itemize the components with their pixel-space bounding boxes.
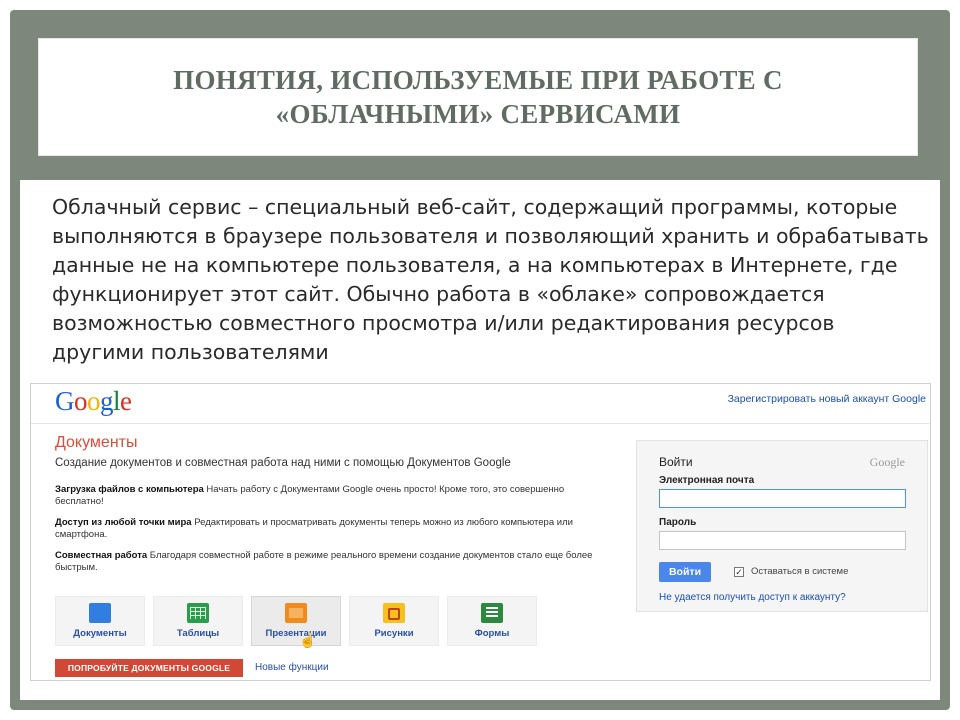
feature-title: Совместная работа <box>55 550 148 561</box>
app-label: Презентации <box>265 628 327 639</box>
password-field[interactable] <box>659 531 906 550</box>
feature-title: Доступ из любой точки мира <box>55 517 192 528</box>
logo-letter: e <box>120 386 132 416</box>
docs-subtitle: Создание документов и совместная работа … <box>55 457 511 469</box>
app-label: Формы <box>474 628 510 639</box>
slides-icon <box>285 603 307 623</box>
docs-title: Документы <box>55 434 138 451</box>
slide-title: ПОНЯТИЯ, ИСПОЛЬЗУЕМЫЕ ПРИ РАБОТЕ С «ОБЛА… <box>173 65 783 129</box>
password-label: Пароль <box>659 517 697 528</box>
app-forms[interactable]: Формы <box>447 596 537 646</box>
logo-letter: G <box>55 386 75 416</box>
feature-collaboration: Совместная работа Благодаря совместной р… <box>55 550 595 574</box>
drawings-icon <box>383 603 405 623</box>
logo-letter: o <box>74 386 88 416</box>
app-label: Документы <box>73 628 127 639</box>
app-docs[interactable]: Документы <box>55 596 145 646</box>
sheets-icon <box>187 603 209 623</box>
feature-title: Загрузка файлов с компьютера <box>55 484 204 495</box>
logo-letter: l <box>113 386 121 416</box>
apps-row: Документы Таблицы Презентации Рисунки Фо… <box>55 596 537 646</box>
app-label: Рисунки <box>374 628 414 639</box>
google-logo[interactable]: Google <box>55 386 132 417</box>
feature-access: Доступ из любой точки мира Редактировать… <box>55 517 595 541</box>
new-features-link[interactable]: Новые функции <box>255 662 329 673</box>
app-sheets[interactable]: Таблицы <box>153 596 243 646</box>
feature-upload: Загрузка файлов с компьютера Начать рабо… <box>55 484 595 508</box>
app-label: Таблицы <box>176 628 220 639</box>
email-field[interactable] <box>659 489 906 508</box>
logo-letter: g <box>100 386 114 416</box>
google-docs-screenshot: Google Зарегистрировать новый аккаунт Go… <box>30 383 931 681</box>
docs-icon <box>89 603 111 623</box>
login-panel: Войти Google Электронная почта Пароль Во… <box>636 440 928 612</box>
remember-label: Оставаться в системе <box>751 566 849 577</box>
title-box: ПОНЯТИЯ, ИСПОЛЬЗУЕМЫЕ ПРИ РАБОТЕ С «ОБЛА… <box>38 38 918 156</box>
cant-access-link[interactable]: Не удается получить доступ к аккаунту? <box>659 592 846 603</box>
register-account-link[interactable]: Зарегистрировать новый аккаунт Google <box>728 393 926 405</box>
docs-intro: Документы Создание документов и совместн… <box>55 434 595 583</box>
email-label: Электронная почта <box>659 475 755 486</box>
remember-checkbox[interactable]: ✓ <box>734 567 744 577</box>
app-drawings[interactable]: Рисунки <box>349 596 439 646</box>
app-slides[interactable]: Презентации <box>251 596 341 646</box>
hand-cursor-icon: ☝ <box>299 632 317 648</box>
forms-icon <box>481 603 503 623</box>
slide-body-text: Облачный сервис – специальный веб-сайт, … <box>52 195 929 364</box>
try-docs-button[interactable]: ПОПРОБУЙТЕ ДОКУМЕНТЫ GOOGLE <box>55 659 243 677</box>
google-header: Google Зарегистрировать новый аккаунт Go… <box>31 384 930 424</box>
logo-letter: o <box>87 386 101 416</box>
login-google-brand: Google <box>869 455 905 469</box>
login-title: Войти <box>659 455 693 469</box>
signin-button[interactable]: Войти <box>659 562 711 582</box>
